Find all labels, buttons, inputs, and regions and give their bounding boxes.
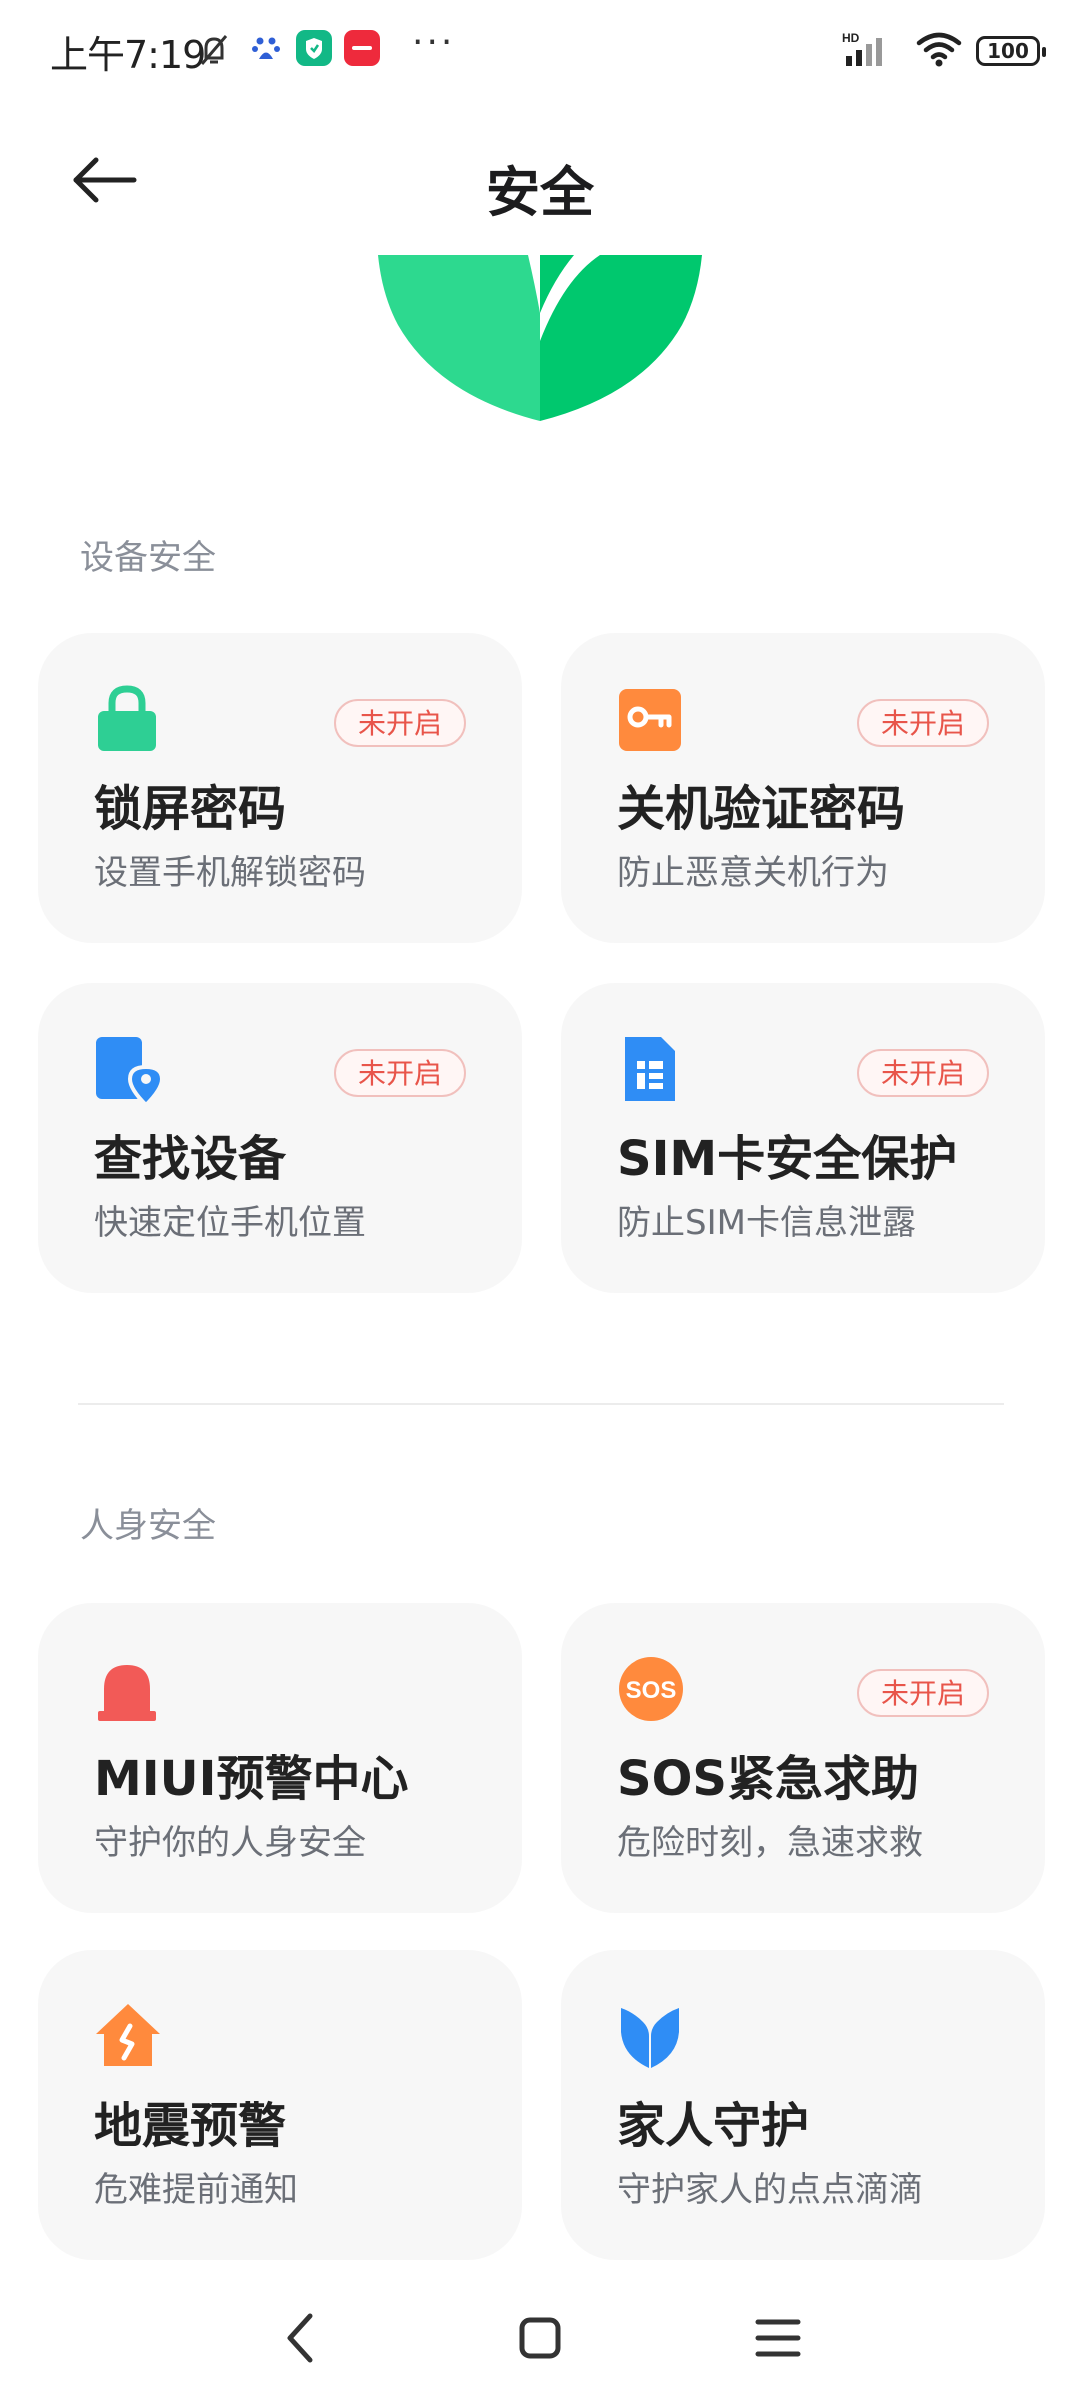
status-right-group: HD 100	[842, 30, 1046, 72]
section-title-device-security: 设备安全	[80, 538, 216, 578]
status-badge: 未开启	[856, 699, 989, 747]
card-title: SIM卡安全保护	[617, 1131, 958, 1187]
status-time: 上午7:19	[50, 33, 206, 77]
card-title: 关机验证密码	[617, 781, 906, 837]
card-sos-emergency[interactable]: SOS 未开启 SOS紧急求助 危险时刻，急速求救	[561, 1603, 1045, 1913]
card-find-device[interactable]: 未开启 查找设备 快速定位手机位置	[38, 983, 522, 1293]
battery-indicator: 100	[976, 36, 1046, 66]
green-shield-app-icon	[296, 30, 332, 66]
card-subtitle: 危难提前通知	[94, 2170, 298, 2210]
earthquake-house-icon	[94, 2002, 160, 2070]
section-divider	[78, 1403, 1004, 1405]
status-badge: 未开启	[333, 1049, 466, 1097]
card-subtitle: 设置手机解锁密码	[94, 853, 366, 893]
find-device-icon	[94, 1035, 165, 1108]
status-badge: 未开启	[856, 1049, 989, 1097]
card-title: 锁屏密码	[94, 781, 287, 837]
card-subtitle: 防止恶意关机行为	[617, 853, 889, 893]
nav-home-icon	[500, 2317, 580, 2382]
card-shutdown-password[interactable]: 未开启 关机验证密码 防止恶意关机行为	[561, 633, 1045, 943]
page-title: 安全	[486, 161, 594, 224]
card-lock-screen-password[interactable]: 未开启 锁屏密码 设置手机解锁密码	[38, 633, 522, 943]
status-bar: 上午7:19 ··· HD 100	[0, 0, 1080, 105]
card-title: 地震预警	[94, 2098, 287, 2154]
bell-off-icon	[196, 32, 232, 68]
card-earthquake-warning[interactable]: 地震预警 危难提前通知	[38, 1950, 522, 2260]
nav-recents-button[interactable]	[738, 2298, 818, 2378]
card-title: 家人守护	[617, 2098, 810, 2154]
security-shield-illustration	[378, 255, 702, 425]
card-title: SOS紧急求助	[617, 1751, 919, 1807]
svg-text:HD: HD	[842, 31, 860, 45]
status-badge: 未开启	[856, 1669, 989, 1717]
nav-home-button[interactable]	[500, 2298, 580, 2378]
svg-text:SOS: SOS	[626, 1677, 677, 1704]
key-icon	[617, 685, 683, 753]
card-subtitle: 守护你的人身安全	[94, 1823, 366, 1863]
card-sim-protection[interactable]: 未开启 SIM卡安全保护 防止SIM卡信息泄露	[561, 983, 1045, 1293]
nav-recents-icon	[738, 2319, 818, 2382]
baidu-paw-icon	[250, 32, 286, 68]
status-badge: 未开启	[333, 699, 466, 747]
hd-signal-icon: HD	[842, 30, 902, 72]
card-subtitle: 防止SIM卡信息泄露	[617, 1203, 916, 1243]
section-title-personal-safety: 人身安全	[80, 1506, 216, 1546]
sos-icon: SOS	[617, 1655, 683, 1723]
card-subtitle: 守护家人的点点滴滴	[617, 2170, 923, 2210]
lock-icon	[94, 685, 160, 753]
alarm-light-icon	[94, 1655, 160, 1723]
nav-back-button[interactable]	[262, 2298, 342, 2378]
card-subtitle: 危险时刻，急速求救	[617, 1823, 923, 1863]
sim-card-icon	[617, 1035, 683, 1103]
xiaohongshu-app-icon	[344, 30, 380, 66]
card-family-guard[interactable]: 家人守护 守护家人的点点滴滴	[561, 1950, 1045, 2260]
nav-back-icon	[262, 2313, 342, 2382]
wifi-icon	[916, 31, 962, 71]
more-dots-icon: ···	[412, 22, 456, 63]
card-subtitle: 快速定位手机位置	[94, 1203, 366, 1243]
card-title: MIUI预警中心	[94, 1751, 409, 1807]
family-guard-icon	[617, 2002, 683, 2070]
card-title: 查找设备	[94, 1131, 287, 1187]
card-miui-alert-center[interactable]: MIUI预警中心 守护你的人身安全	[38, 1603, 522, 1913]
